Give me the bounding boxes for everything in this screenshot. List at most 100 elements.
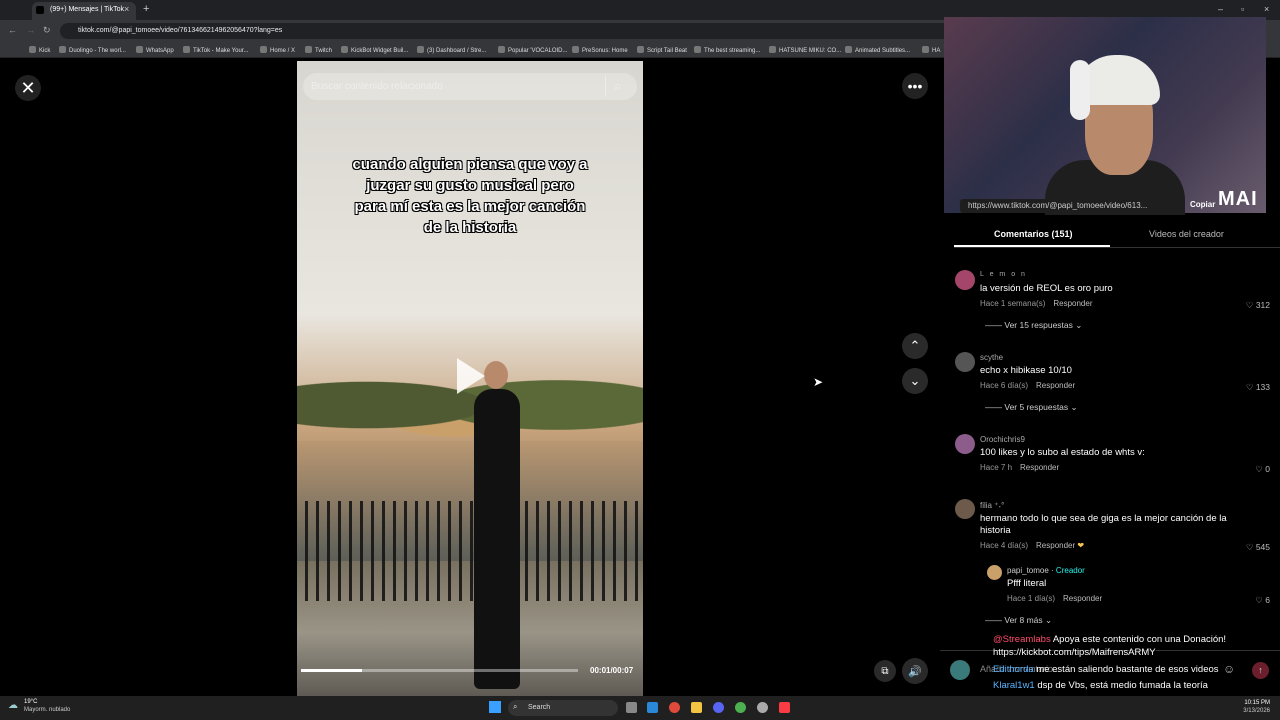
like-button[interactable]: ♡ 312: [1235, 300, 1270, 311]
avatar[interactable]: [955, 270, 975, 290]
copy-link-button[interactable]: Copiar: [1190, 200, 1215, 209]
taskbar-search[interactable]: Search: [508, 700, 618, 716]
webcam-headphones: [1070, 60, 1090, 120]
close-window-icon[interactable]: ×: [1264, 4, 1269, 14]
like-button[interactable]: ♡ 6: [1235, 595, 1270, 606]
reply-button[interactable]: Responder: [1036, 381, 1075, 390]
tab-comments[interactable]: Comentarios (151): [994, 229, 1073, 239]
comment-text: echo x hibikase 10/10: [980, 365, 1072, 376]
next-video-button[interactable]: ⌄: [902, 368, 928, 394]
bookmark-item[interactable]: PreSonus: Home: [572, 46, 628, 54]
settings-icon[interactable]: [757, 702, 768, 713]
chrome-app-icon[interactable]: [669, 702, 680, 713]
search-icon[interactable]: ⌕: [614, 78, 621, 94]
view-replies-button[interactable]: —— Ver 5 respuestas ⌄: [985, 402, 1078, 413]
task-view-icon[interactable]: [626, 702, 637, 713]
bookmark-favicon-icon: [341, 46, 348, 53]
like-button[interactable]: ♡ 133: [1235, 382, 1270, 393]
chat-message: @Streamlabs Apoya este contenido con una…: [993, 634, 1226, 645]
reply-button[interactable]: Responder: [1020, 463, 1059, 472]
comment-author[interactable]: L e m o n: [980, 271, 1027, 278]
reply-button[interactable]: Responder: [1063, 594, 1102, 603]
bookmark-item[interactable]: Animated Subtitles...: [845, 46, 910, 54]
video-person: [452, 361, 542, 696]
avatar[interactable]: [955, 434, 975, 454]
bookmark-item[interactable]: Duolingo - The worl...: [59, 46, 126, 54]
view-more-replies-button[interactable]: —— Ver 8 más ⌄: [985, 615, 1052, 626]
bookmark-item[interactable]: KickBot Widget Buil...: [341, 46, 408, 54]
bookmark-favicon-icon: [845, 46, 852, 53]
clock-date: 3/13/2026: [1243, 708, 1270, 714]
comment-time: Hace 6 día(s): [980, 381, 1029, 390]
maximize-icon[interactable]: ▫: [1241, 4, 1244, 14]
tab-creator-videos[interactable]: Videos del creador: [1149, 229, 1224, 239]
weather-icon: ☁: [8, 700, 18, 711]
bookmark-favicon-icon: [59, 46, 66, 53]
bookmark-favicon-icon: [498, 46, 505, 53]
bookmark-favicon-icon: [260, 46, 267, 53]
bookmark-label: (3) Dashboard / Stre...: [427, 48, 487, 54]
chat-user: Edithorda: [993, 664, 1034, 675]
file-explorer-icon[interactable]: [691, 702, 702, 713]
like-button[interactable]: ♡ 0: [1235, 464, 1270, 475]
comment-author[interactable]: filia ⁺˖°: [980, 501, 1004, 510]
bookmark-item[interactable]: HA: [922, 46, 940, 54]
reply-button[interactable]: Responder: [1036, 541, 1075, 550]
avatar[interactable]: [987, 565, 1002, 580]
chat-text: Apoya este contenido con una Donación!: [1052, 634, 1227, 645]
like-count: 312: [1255, 300, 1270, 310]
volume-icon: 🔊: [902, 658, 928, 684]
bookmark-favicon-icon: [922, 46, 929, 53]
emoji-icon[interactable]: ☺: [1223, 662, 1235, 676]
previous-video-button[interactable]: ⌃: [902, 333, 928, 359]
close-button[interactable]: ✕: [15, 75, 41, 101]
view-replies-button[interactable]: —— Ver 15 respuestas ⌄: [985, 320, 1082, 331]
comment-text: hermano todo lo que sea de giga es la me…: [980, 513, 1227, 536]
reply-time: Hace 1 día(s): [1007, 594, 1056, 603]
like-button[interactable]: ♡ 545: [1235, 542, 1270, 553]
bookmark-item[interactable]: HATSUNE MIKU: CO...: [769, 46, 841, 54]
new-tab-icon[interactable]: +: [143, 3, 149, 15]
bookmark-item[interactable]: Script Tail Beat: [637, 46, 687, 54]
play-icon[interactable]: [457, 358, 485, 394]
browser-tab[interactable]: (99+) Mensajes | TikTok: [32, 2, 136, 20]
reload-icon[interactable]: ↻: [43, 25, 51, 36]
bookmark-item[interactable]: Twitch: [305, 46, 332, 54]
forward-icon[interactable]: →: [26, 25, 35, 35]
more-options-button[interactable]: •••: [902, 73, 928, 99]
reply-button[interactable]: Responder: [1053, 299, 1092, 308]
replies-label: Ver 5 respuestas: [1004, 402, 1069, 412]
bookmark-item[interactable]: Kick: [29, 46, 50, 54]
bookmark-item[interactable]: (3) Dashboard / Stre...: [417, 46, 486, 54]
comment-author[interactable]: Orochichris9: [980, 435, 1025, 444]
edge-icon[interactable]: [647, 702, 658, 713]
music-icon[interactable]: [779, 702, 790, 713]
minimize-icon[interactable]: –: [1218, 4, 1223, 14]
comment-author[interactable]: scythe: [980, 353, 1003, 362]
video-progress-bar[interactable]: [301, 669, 578, 672]
search-placeholder: Buscar contenido relacionado: [311, 81, 443, 92]
bookmark-label: Animated Subtitles...: [855, 48, 911, 54]
avatar[interactable]: [955, 352, 975, 372]
avatar[interactable]: [955, 499, 975, 519]
chevron-down-icon: ⌄: [1045, 615, 1053, 625]
bookmark-item[interactable]: The best streaming...: [694, 46, 760, 54]
related-search-input[interactable]: Buscar contenido relacionado ⌕: [303, 73, 637, 100]
chevron-down-icon: ⌄: [902, 368, 928, 394]
reply-author[interactable]: papi_tomoe · Creador: [1007, 566, 1085, 575]
close-tab-icon[interactable]: ×: [124, 4, 129, 14]
bookmark-item[interactable]: Home / X: [260, 46, 295, 54]
back-icon[interactable]: ←: [8, 25, 17, 35]
search-label: Search: [528, 704, 551, 711]
bookmark-favicon-icon: [305, 46, 312, 53]
bookmark-item[interactable]: TikTok - Make Your...: [183, 46, 248, 54]
chrome-icon[interactable]: [735, 702, 746, 713]
discord-icon[interactable]: [713, 702, 724, 713]
bookmark-item[interactable]: WhatsApp: [136, 46, 174, 54]
bookmark-item[interactable]: Popular 'VOCALOID...: [498, 46, 568, 54]
floating-player-button[interactable]: ⧉: [874, 660, 896, 682]
volume-button[interactable]: 🔊: [902, 658, 928, 684]
windows-start-icon[interactable]: [489, 701, 501, 713]
chat-user: @Streamlabs: [993, 634, 1051, 645]
send-comment-button[interactable]: ↑: [1252, 662, 1269, 679]
